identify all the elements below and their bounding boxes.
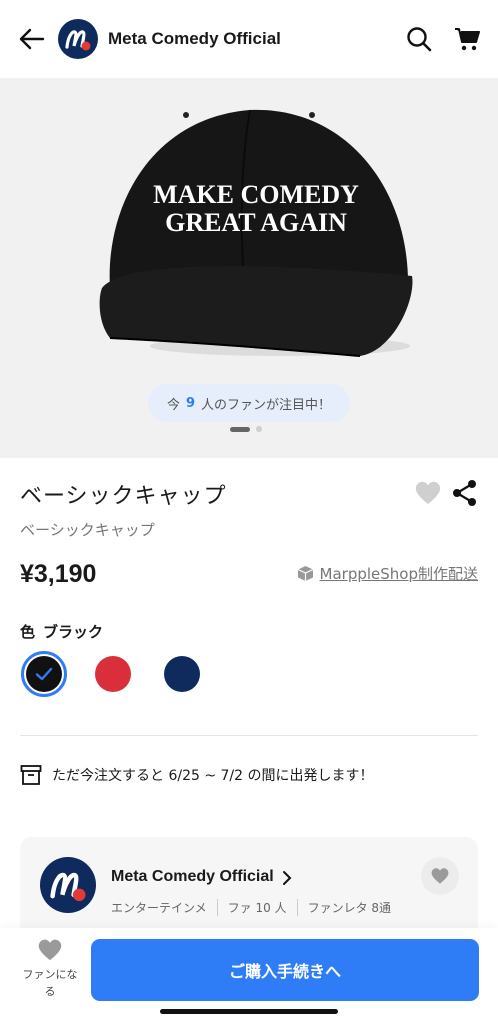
shop-fan-count: ファ 10 人 [218, 899, 298, 916]
heart-icon [38, 939, 62, 961]
cap-text-line1: MAKE COMEDY [153, 180, 359, 209]
watch-count: 9 [185, 395, 196, 411]
check-icon [35, 667, 53, 681]
home-indicator [160, 1009, 338, 1014]
bottom-action-bar: ファンにな る ご購入手続きへ [0, 928, 498, 1024]
watch-prefix: 今 [166, 397, 180, 413]
divider [20, 735, 478, 736]
color-selected-name: ブラック [43, 623, 104, 641]
product-price: ¥3,190 [20, 560, 97, 588]
color-label: 色ブラック [20, 621, 103, 642]
archive-box-icon [20, 765, 42, 785]
checkout-button[interactable]: ご購入手続きへ [91, 939, 479, 1001]
shop-card-logo[interactable] [40, 857, 96, 913]
shipping-schedule-text: ただ今注文すると 6/25 ~ 7/2 の間に出発します！ [52, 768, 374, 784]
product-image-carousel[interactable]: MAKE COMEDY GREAT AGAIN 今 9 人のファンが注目中！ [0, 78, 498, 458]
watching-count-badge: 今 9 人のファンが注目中！ [148, 384, 350, 422]
share-icon[interactable] [450, 478, 480, 508]
shop-letter-count: ファンレタ 8通 [307, 901, 392, 915]
color-label-title: 色 [20, 623, 36, 641]
shop-follow-heart-icon[interactable] [421, 857, 459, 895]
become-fan-button[interactable]: ファンにな る [10, 938, 90, 1000]
shipping-link[interactable]: MarppleShop制作配送 [297, 563, 478, 584]
heart-icon[interactable] [414, 480, 442, 508]
shop-logo[interactable] [58, 19, 98, 59]
top-bar: Meta Comedy Official [0, 0, 498, 78]
shop-stats: エンターテインメ ファ 10 人 ファンレタ 8通 [111, 899, 401, 916]
back-arrow-icon[interactable] [14, 21, 50, 57]
product-subtitle: ベーシックキャップ [20, 521, 155, 539]
cap-text-line2: GREAT AGAIN [165, 208, 347, 237]
become-fan-label-1: ファンにな [22, 968, 78, 981]
carousel-indicator [230, 426, 262, 432]
carousel-dot [256, 426, 262, 432]
shipping-label: MarppleShop制作配送 [319, 565, 478, 583]
shop-card-name[interactable]: Meta Comedy Official [111, 868, 274, 886]
shop-category: エンターテインメ [111, 899, 218, 916]
color-swatches [21, 651, 200, 697]
become-fan-label-2: る [44, 985, 56, 998]
search-icon[interactable] [402, 22, 436, 56]
watch-suffix: 人のファンが注目中！ [201, 397, 332, 413]
product-image: MAKE COMEDY GREAT AGAIN [90, 88, 420, 358]
shipping-schedule: ただ今注文すると 6/25 ~ 7/2 の間に出発します！ [20, 764, 374, 786]
cart-icon[interactable] [450, 22, 484, 56]
shop-name[interactable]: Meta Comedy Official [108, 29, 388, 49]
color-swatch-red[interactable] [95, 656, 131, 692]
color-swatch-navy[interactable] [164, 656, 200, 692]
product-title: ベーシックキャップ [20, 484, 227, 509]
color-swatch-black[interactable] [21, 651, 67, 697]
box-icon [297, 566, 313, 581]
chevron-right-icon[interactable] [282, 870, 292, 890]
carousel-dot-active [230, 426, 250, 432]
